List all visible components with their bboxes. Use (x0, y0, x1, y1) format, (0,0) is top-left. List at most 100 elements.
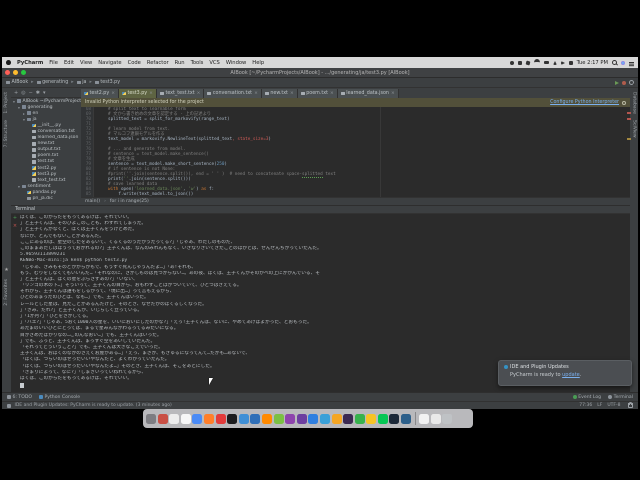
breadcrumb-item[interactable]: generating ▸ (36, 80, 74, 85)
tool-button-python-console[interactable]: Python Console (39, 395, 80, 400)
dock-icon-game-app[interactable] (354, 413, 365, 424)
dock-icon-steam[interactable] (389, 413, 400, 424)
input-source-icon[interactable] (568, 60, 573, 65)
status-widget-lf[interactable]: LF (597, 403, 602, 408)
dock-icon-launchpad[interactable] (146, 413, 156, 424)
editor-tab-test2.py[interactable]: test2.py × (81, 89, 119, 98)
menu-item-refactor[interactable]: Refactor (147, 60, 169, 66)
debug-button-icon[interactable] (622, 80, 626, 85)
dock-icon-trash[interactable] (442, 413, 453, 424)
collapse-all-icon[interactable]: − (29, 90, 33, 96)
breadcrumb-item[interactable]: ja ▸ (76, 80, 92, 85)
bluetooth-icon[interactable] (525, 60, 531, 65)
keyboard-brightness-icon[interactable] (509, 60, 514, 65)
tool-button-6-todo[interactable]: 6: TODO (7, 395, 32, 400)
dock-icon-folder-blue[interactable] (238, 413, 249, 424)
status-widget-utf-8[interactable]: UTF-8 (607, 403, 620, 408)
status-message[interactable]: IDE and Plugin Updates: PyCharm is ready… (15, 403, 172, 408)
dock-icon-slack[interactable] (285, 413, 296, 424)
dock-icon-firefox[interactable] (203, 413, 214, 424)
editor-tab-new.txt[interactable]: new.txt × (261, 89, 298, 98)
dock-icon-safari[interactable] (308, 413, 319, 424)
plus-icon[interactable]: + (14, 90, 18, 96)
menu-item-view[interactable]: View (80, 60, 92, 66)
wifi-icon[interactable] (533, 59, 540, 66)
siri-icon[interactable] (621, 60, 625, 65)
code-editor[interactable]: 68 # split text to learnable form 69 # 文から書… (81, 107, 630, 197)
menu-item-tools[interactable]: Tools (191, 60, 204, 66)
close-tab-icon[interactable]: × (254, 91, 258, 96)
update-notification[interactable]: IDE and Plugin Updates PyCharm is ready … (498, 360, 632, 386)
favorites-star-icon[interactable]: ★ (2, 267, 11, 273)
warning-stripe-mark[interactable] (627, 138, 631, 140)
dock-icon-lightning-app[interactable] (331, 413, 342, 424)
dock-icon-document[interactable] (180, 413, 191, 424)
terminal-tab-label[interactable]: Terminal (15, 207, 35, 212)
close-tab-icon[interactable]: × (149, 91, 153, 96)
tool-button-structure[interactable]: 7: Structure (4, 120, 9, 147)
status-widget-77-36[interactable]: 77:36 (579, 403, 592, 408)
breadcrumb-item[interactable]: test3.py (94, 80, 120, 85)
tool-button-database[interactable]: Database (632, 92, 637, 114)
dock-icon-purple-app[interactable] (296, 413, 307, 424)
error-stripe-mark[interactable] (627, 118, 631, 120)
update-link[interactable]: update (562, 372, 580, 378)
menu-item-run[interactable]: Run (175, 60, 185, 66)
context-crumb[interactable]: for i in range(25) (110, 199, 149, 204)
notification-center-icon[interactable] (629, 62, 634, 63)
volume-icon[interactable] (560, 60, 565, 65)
close-tab-icon[interactable]: × (111, 91, 115, 96)
close-icon[interactable]: × (13, 224, 17, 229)
tool-button-project[interactable]: 1: Project (4, 92, 9, 114)
run-button-icon[interactable] (615, 80, 619, 85)
menu-item-file[interactable]: File (49, 60, 58, 66)
dock-icon-folder-blue-2[interactable] (250, 413, 261, 424)
editor-tab-learned_data.json[interactable]: learned_data.json × (337, 89, 399, 98)
dock-icon-textedit[interactable] (169, 413, 180, 424)
add-icon[interactable]: + (13, 216, 17, 221)
editor-tab-text_test.txt[interactable]: text_test.txt × (156, 89, 205, 98)
editor-tab-conversation.txt[interactable]: conversation.txt × (204, 89, 262, 98)
breadcrumb-item[interactable]: AIBook ▸ (6, 80, 34, 85)
menu-item-pycharm[interactable]: PyCharm (17, 60, 43, 66)
toolwindow-toggle-icon[interactable] (7, 403, 11, 408)
window-title-bar[interactable]: AIBook [~/PycharmProjects/AIBook] - .../… (2, 68, 638, 78)
editor-tab-poem.txt[interactable]: poem.txt × (297, 89, 338, 98)
dock-icon-dark-app[interactable] (343, 413, 354, 424)
menu-clock[interactable]: Tue 2:17 PM (577, 60, 608, 66)
banner-settings-gear-icon[interactable] (622, 100, 626, 105)
menu-item-code[interactable]: Code (128, 60, 141, 66)
dock-icon-opera[interactable] (215, 413, 226, 424)
settings-gear-icon[interactable]: ✱ (36, 90, 40, 96)
dock-icon-chrome[interactable] (192, 413, 203, 424)
dock-icon-line[interactable] (377, 413, 388, 424)
menu-item-help[interactable]: Help (252, 60, 264, 66)
monitor-icon[interactable] (543, 60, 549, 65)
terminal-header[interactable]: Terminal (11, 205, 630, 214)
locate-icon[interactable]: ◎ (21, 90, 25, 96)
dock-icon-android-studio[interactable] (273, 413, 284, 424)
menu-item-vcs[interactable]: VCS (209, 60, 219, 66)
close-tab-icon[interactable]: × (290, 91, 294, 96)
dock-icon-globe-app[interactable] (401, 413, 412, 424)
dock-icon-terminal-app[interactable] (227, 413, 238, 424)
close-tab-icon[interactable]: × (391, 91, 395, 96)
dock-icon-document-stack[interactable] (419, 413, 430, 424)
tool-button-event-log[interactable]: Event Log (572, 395, 601, 400)
search-everywhere-icon[interactable] (629, 80, 634, 85)
editor-tab-test3.py[interactable]: test3.py × (118, 89, 157, 98)
configure-interpreter-link[interactable]: Configure Python Interpreter (550, 100, 619, 105)
tree-item[interactable]: pn_ja.dic (11, 196, 81, 202)
hide-icon[interactable]: ▾ (43, 90, 46, 96)
apple-logo-icon[interactable] (6, 60, 11, 65)
close-tab-icon[interactable]: × (197, 91, 201, 96)
dock-icon-xcode[interactable] (319, 413, 330, 424)
menu-item-edit[interactable]: Edit (64, 60, 74, 66)
menu-item-window[interactable]: Window (226, 60, 246, 66)
context-crumb[interactable]: main() (85, 199, 100, 204)
close-tab-icon[interactable]: × (330, 91, 334, 96)
dock-icon-vlc[interactable] (261, 413, 272, 424)
readonly-lock-icon[interactable] (627, 402, 633, 408)
spotlight-search-icon[interactable] (612, 60, 617, 65)
dock-icon-mail[interactable] (157, 413, 168, 424)
